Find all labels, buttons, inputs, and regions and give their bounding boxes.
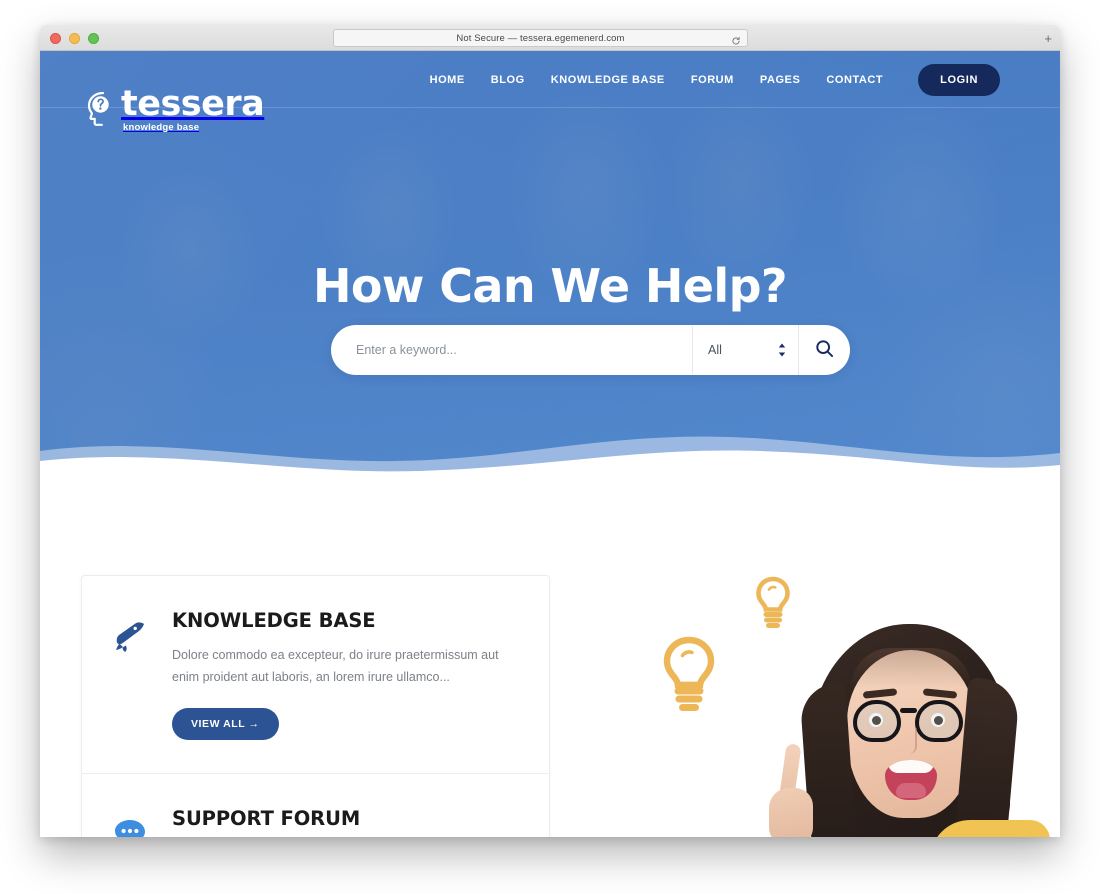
person-glasses-bridge xyxy=(900,708,917,713)
view-all-button[interactable]: VIEW ALL → xyxy=(172,707,279,740)
window-close-button[interactable] xyxy=(50,32,61,44)
logo-tagline: knowledge base xyxy=(123,122,200,134)
site-header: tessera knowledge base HOME BLOG KNOWLED… xyxy=(40,51,1060,132)
speech-bubble-icon xyxy=(110,807,150,837)
card-title: SUPPORT FORUM xyxy=(172,806,361,830)
head-question-mark-icon xyxy=(83,90,113,128)
hero-section: tessera knowledge base HOME BLOG KNOWLED… xyxy=(40,51,1060,476)
new-tab-button[interactable]: + xyxy=(1044,25,1052,51)
search-icon xyxy=(815,339,834,361)
search-input[interactable] xyxy=(331,325,692,375)
search-category-select[interactable]: All xyxy=(693,325,798,375)
nav-item-knowledge-base[interactable]: KNOWLEDGE BASE xyxy=(551,74,665,86)
person-teeth xyxy=(888,760,934,773)
nav-item-pages[interactable]: PAGES xyxy=(760,74,800,86)
card-support-forum[interactable]: SUPPORT FORUM Elit a excepteur quo summi… xyxy=(82,772,549,837)
person-forehead-shading xyxy=(851,648,971,688)
lightbulb-icon xyxy=(655,636,723,724)
nav-item-forum[interactable]: FORUM xyxy=(691,74,734,86)
address-bar[interactable]: Not Secure — tessera.egemenerd.com xyxy=(333,29,748,47)
card-body: KNOWLEDGE BASE Dolore commodo ea excepte… xyxy=(172,609,519,740)
hero-title: How Can We Help? xyxy=(313,259,788,313)
person-pointing-hand xyxy=(763,743,817,837)
reload-icon[interactable] xyxy=(731,33,741,45)
person-glasses-right-lens xyxy=(915,700,963,742)
nav-item-contact[interactable]: CONTACT xyxy=(826,74,883,86)
nav-item-home[interactable]: HOME xyxy=(430,74,465,86)
window-traffic-lights xyxy=(50,25,99,51)
card-body: SUPPORT FORUM Elit a excepteur quo summi… xyxy=(172,807,519,837)
card-title: KNOWLEDGE BASE xyxy=(172,609,376,632)
search-submit-button[interactable] xyxy=(798,325,850,375)
browser-titlebar: Not Secure — tessera.egemenerd.com + xyxy=(40,25,1060,51)
card-knowledge-base[interactable]: KNOWLEDGE BASE Dolore commodo ea excepte… xyxy=(82,576,549,773)
hero-wave-divider xyxy=(40,436,1060,476)
nav-item-blog[interactable]: BLOG xyxy=(491,74,525,86)
window-minimize-button[interactable] xyxy=(69,32,80,44)
logo-wordmark: tessera xyxy=(121,84,265,124)
browser-window: Not Secure — tessera.egemenerd.com + tes… xyxy=(40,25,1060,837)
person-palm xyxy=(769,788,813,837)
search-category-wrap: All xyxy=(693,325,798,375)
login-button[interactable]: LOGIN xyxy=(918,63,1000,96)
hero-search-bar: All xyxy=(331,325,850,375)
person-glasses-left-lens xyxy=(853,700,901,742)
hero-illustration xyxy=(600,551,1060,837)
rocket-icon xyxy=(110,609,150,740)
main-navigation: HOME BLOG KNOWLEDGE BASE FORUM PAGES CON… xyxy=(430,51,1000,108)
card-description: Dolore commodo ea excepteur, do irure pr… xyxy=(172,648,499,684)
content-section: KNOWLEDGE BASE Dolore commodo ea excepte… xyxy=(40,476,1060,837)
page-viewport: tessera knowledge base HOME BLOG KNOWLED… xyxy=(40,51,1060,837)
address-bar-text: Not Secure — tessera.egemenerd.com xyxy=(456,32,625,44)
site-logo[interactable]: tessera knowledge base xyxy=(83,84,265,134)
window-maximize-button[interactable] xyxy=(88,32,99,44)
feature-cards-panel: KNOWLEDGE BASE Dolore commodo ea excepte… xyxy=(81,575,550,837)
excited-woman-photo xyxy=(755,624,1055,837)
person-nose xyxy=(903,728,917,754)
person-tongue xyxy=(896,783,926,798)
